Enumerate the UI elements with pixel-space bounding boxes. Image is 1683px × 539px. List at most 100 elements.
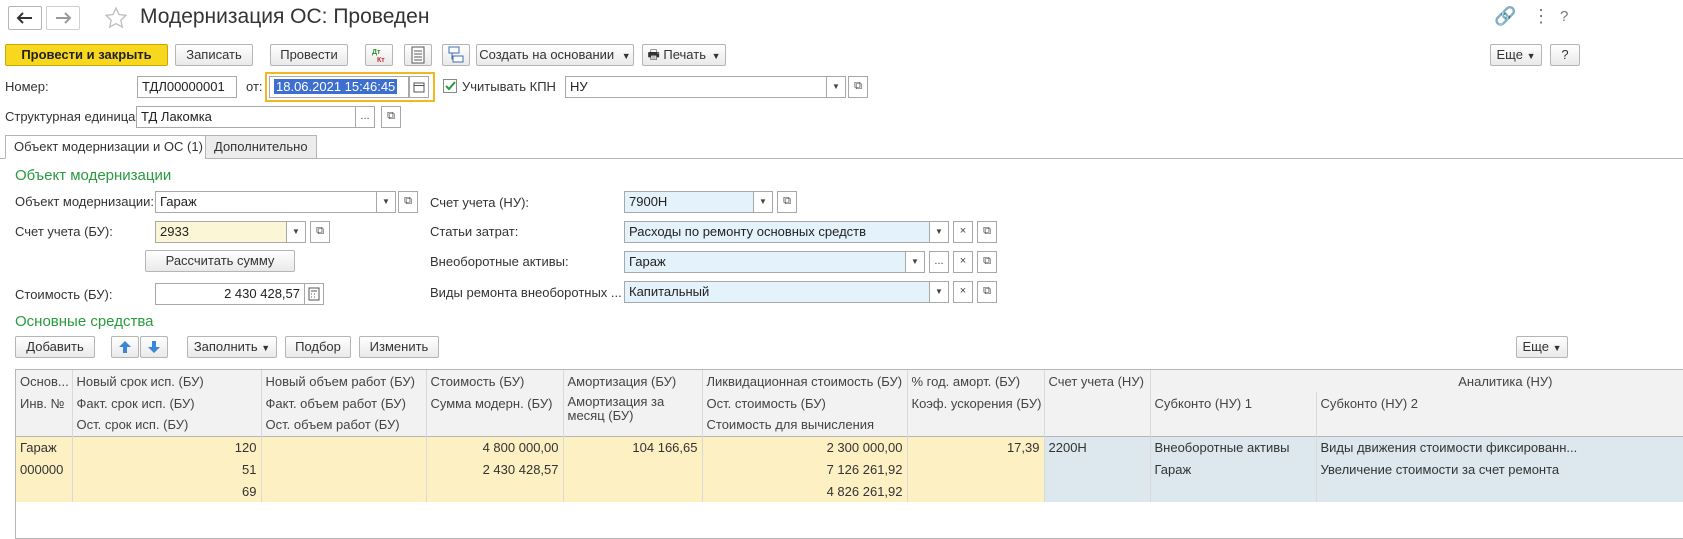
favorite-star-icon[interactable] [104,6,128,33]
calculator-button[interactable] [304,283,324,305]
col-header-analytics[interactable]: Аналитика (НУ) [1150,370,1683,392]
kpn-checkbox[interactable] [443,79,457,93]
account-bu-dropdown-button[interactable]: ▼ [286,221,306,243]
cell-inv[interactable]: 000000 [16,458,73,480]
col-header-subconto2[interactable]: Субконто (НУ) 2 [1316,392,1683,414]
cell-annual-pct[interactable]: 17,39 [907,436,1045,458]
repair-types-field[interactable]: Капитальный [624,281,930,303]
unit-select-button[interactable]: ... [355,106,375,128]
kpn-select[interactable]: НУ [565,76,827,98]
repair-types-clear-button[interactable]: × [953,281,973,303]
col-header-subconto1[interactable]: Субконто (НУ) 1 [1150,392,1317,414]
link-icon[interactable]: 🔗 [1494,6,1516,27]
col-header-rest-term[interactable]: Ост. срок исп. (БУ) [72,414,262,436]
account-bu-open-button[interactable]: ⧉ [310,221,330,243]
col-header-fact-volume[interactable]: Факт. объем работ (БУ) [261,392,427,414]
cost-bu-field[interactable]: 2 430 428,57 [155,283,305,305]
table-row[interactable]: Гараж 120 4 800 000,00 104 166,65 2 300 … [16,436,1683,458]
structure-button[interactable] [442,44,470,66]
unit-field[interactable]: ТД Лакомка [136,106,356,128]
cell-liquidation[interactable]: 2 300 000,00 [702,436,908,458]
cell-rest-term[interactable]: 69 [72,480,262,502]
cell-calc-cost[interactable]: 4 826 261,92 [702,480,908,502]
cell-accel-coef[interactable] [907,458,1045,480]
add-button[interactable]: Добавить [15,336,95,358]
fill-button[interactable]: Заполнить ▼ [187,336,277,358]
cell-rest-volume[interactable] [261,480,427,502]
object-dropdown-button[interactable]: ▼ [376,191,396,213]
unit-open-button[interactable]: ⧉ [381,106,401,128]
save-button[interactable]: Записать [175,44,253,66]
col-header-calc-cost[interactable]: Стоимость для вычисления [702,414,908,436]
cell-modern-sum[interactable]: 2 430 428,57 [426,458,564,480]
post-and-close-button[interactable]: Провести и закрыть [5,44,168,66]
col-header-accel-coef[interactable]: Коэф. ускорения (БУ) [907,392,1045,414]
object-field[interactable]: Гараж [155,191,377,213]
cell-subconto2[interactable]: Увеличение стоимости за счет ремонта [1316,458,1683,480]
number-field[interactable]: ТДЛ00000001 [137,76,237,98]
table-row[interactable]: 000000 51 2 430 428,57 7 126 261,92 Гара… [16,458,1683,480]
col-header-rest-volume[interactable]: Ост. объем работ (БУ) [261,414,427,436]
cell-asset[interactable]: Гараж [16,436,73,458]
col-header-annual-pct[interactable]: % год. аморт. (БУ) [907,370,1045,392]
cell-cost[interactable]: 4 800 000,00 [426,436,564,458]
tab-modernization-object[interactable]: Объект модернизации и ОС (1) [5,135,212,159]
cell-fact-volume[interactable] [261,458,427,480]
col-header-fact-term[interactable]: Факт. срок исп. (БУ) [72,392,262,414]
create-based-on-button[interactable]: Создать на основании ▼ [476,44,634,66]
selection-button[interactable]: Подбор [285,336,351,358]
repair-types-open-button[interactable]: ⧉ [977,281,997,303]
cell-subconto1[interactable]: Гараж [1150,458,1317,480]
cell-new-term[interactable]: 120 [72,436,262,458]
col-header-inv[interactable]: Инв. № [16,392,73,414]
col-header-new-term[interactable]: Новый срок исп. (БУ) [72,370,262,392]
help-icon[interactable]: ? [1560,8,1568,25]
calculate-sum-button[interactable]: Рассчитать сумму [145,250,295,272]
kpn-dropdown-button[interactable]: ▼ [826,76,846,98]
kpn-open-button[interactable]: ⧉ [848,76,868,98]
tab-additional[interactable]: Дополнительно [205,135,317,159]
col-header-residual[interactable]: Ост. стоимость (БУ) [702,392,908,414]
col-header-modern-sum[interactable]: Сумма модерн. (БУ) [426,392,564,414]
noncurrent-dropdown-button[interactable]: ▼ [905,251,925,273]
table-row[interactable]: 69 4 826 261,92 [16,480,1683,502]
col-header-asset[interactable]: Основ... [16,370,73,392]
report-button[interactable] [404,44,432,66]
assets-more-button[interactable]: Еще ▼ [1516,336,1568,358]
cost-items-field[interactable]: Расходы по ремонту основных средств [624,221,930,243]
cell-new-volume[interactable] [261,436,427,458]
cost-items-clear-button[interactable]: × [953,221,973,243]
cell-subconto2[interactable]: Виды движения стоимости фиксированн... [1316,436,1683,458]
noncurrent-field[interactable]: Гараж [624,251,906,273]
col-header-account-nu[interactable]: Счет учета (НУ) [1044,370,1151,392]
calendar-button[interactable] [409,76,429,98]
cell-account-nu[interactable]: 2200Н [1044,436,1151,458]
cell-amortization[interactable]: 104 166,65 [563,436,703,458]
cell-residual[interactable]: 7 126 261,92 [702,458,908,480]
col-header-liquidation[interactable]: Ликвидационная стоимость (БУ) [702,370,908,392]
more-button[interactable]: Еще ▼ [1490,44,1542,66]
move-down-button[interactable] [140,336,168,358]
cell-subconto1[interactable]: Внеоборотные активы [1150,436,1317,458]
account-nu-field[interactable]: 7900Н [624,191,754,213]
date-field[interactable]: 18.06.2021 15:46:45 [269,76,409,98]
cost-items-dropdown-button[interactable]: ▼ [929,221,949,243]
move-up-button[interactable] [111,336,139,358]
noncurrent-open-button[interactable]: ⧉ [977,251,997,273]
forward-button[interactable] [46,6,80,30]
cost-items-open-button[interactable]: ⧉ [977,221,997,243]
cell-fact-term[interactable]: 51 [72,458,262,480]
back-button[interactable] [8,6,42,30]
help-button[interactable]: ? [1550,44,1580,66]
account-bu-field[interactable]: 2933 [155,221,287,243]
change-button[interactable]: Изменить [359,336,439,358]
noncurrent-clear-button[interactable]: × [953,251,973,273]
more-vert-icon[interactable]: ⋮ [1532,6,1550,27]
col-header-amortization[interactable]: Амортизация (БУ) [563,370,703,392]
repair-types-dropdown-button[interactable]: ▼ [929,281,949,303]
col-header-new-volume[interactable]: Новый объем работ (БУ) [261,370,427,392]
col-header-monthly-amort[interactable]: Амортизация за месяц (БУ) [563,392,703,436]
noncurrent-select-button[interactable]: ... [929,251,949,273]
col-header-cost[interactable]: Стоимость (БУ) [426,370,564,392]
account-nu-open-button[interactable]: ⧉ [777,191,797,213]
